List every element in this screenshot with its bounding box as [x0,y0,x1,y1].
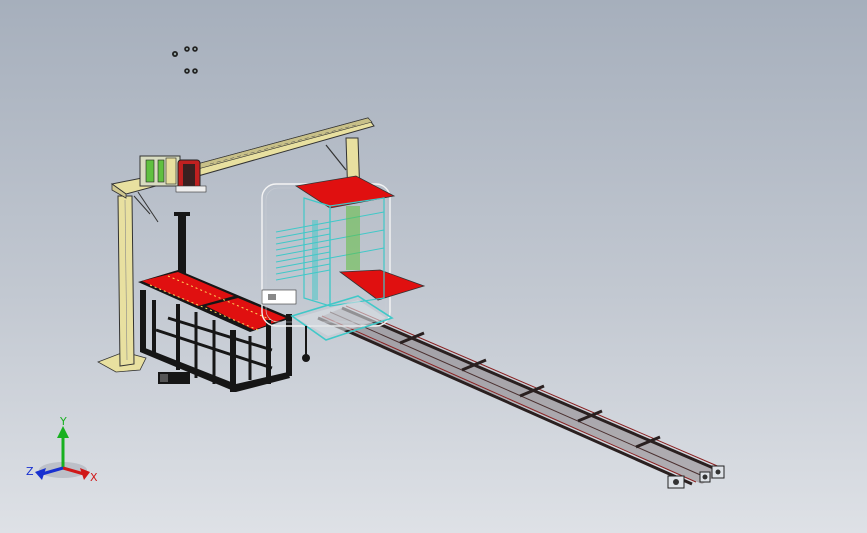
z-axis-label: Z [26,465,34,478]
cad-model[interactable] [0,0,867,533]
gripper-head [139,155,207,278]
floating-parts [172,46,198,74]
rail-track [317,305,725,489]
cad-viewport[interactable]: Y X Z [0,0,867,533]
conveyor-table [138,270,292,392]
y-axis-label: Y [59,415,67,428]
orientation-triad[interactable]: Y X Z [18,412,108,492]
x-axis-label: X [90,471,98,484]
